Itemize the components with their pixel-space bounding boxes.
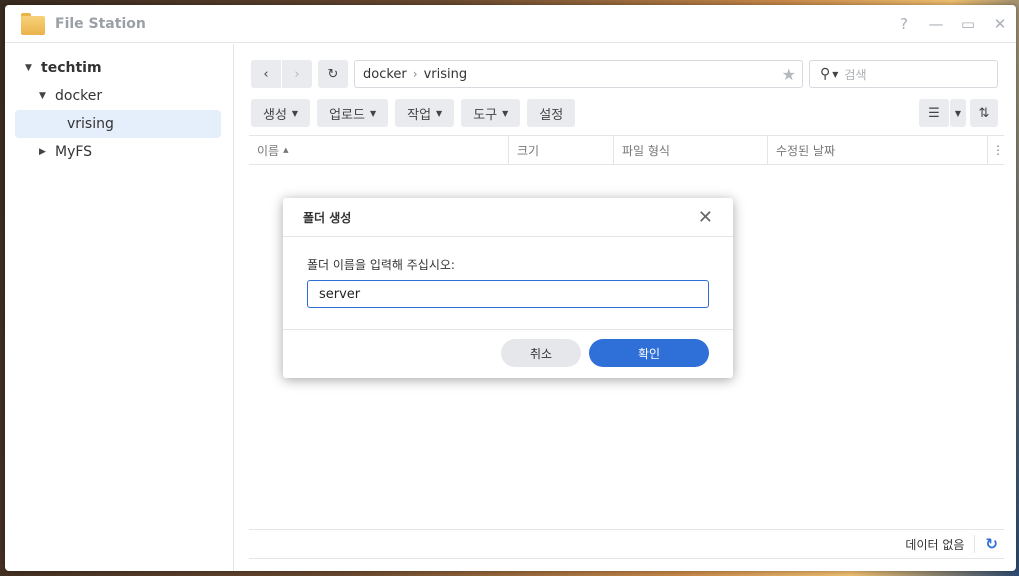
divider [974, 535, 976, 553]
ok-button[interactable]: 확인 [589, 339, 709, 367]
more-options-icon[interactable]: ⋮ [988, 136, 1004, 164]
settings-button[interactable]: 설정 [527, 99, 576, 127]
dialog-body: 폴더 이름을 입력해 주십시오: [283, 237, 733, 330]
cancel-button[interactable]: 취소 [501, 339, 581, 367]
tree-item-label: docker [55, 88, 103, 104]
caret-down-icon: ▼ [954, 108, 962, 118]
folder-name-label: 폴더 이름을 입력해 주십시오: [307, 258, 455, 272]
upload-label: 업로드 [329, 107, 365, 123]
sort-ascending-icon: ▲ [283, 146, 289, 154]
dialog-title: 폴더 생성 [303, 210, 352, 225]
caret-down-icon[interactable]: ▼ [832, 70, 838, 79]
tools-label: 도구 [473, 107, 498, 123]
view-mode-dropdown[interactable]: ▼ [950, 99, 966, 127]
expand-arrow-icon[interactable]: ▼ [25, 63, 35, 73]
caret-down-icon: ▼ [502, 108, 509, 118]
search-placeholder: 검색 [844, 67, 867, 82]
tree-item-myfs[interactable]: ▶ MyFS [5, 138, 233, 166]
upload-button[interactable]: 업로드 ▼ [317, 99, 389, 127]
close-icon[interactable]: ✕ [984, 15, 1016, 33]
column-label: 크기 [517, 143, 540, 158]
minimize-icon[interactable]: — [920, 15, 952, 33]
chevron-left-icon: ‹ [263, 66, 269, 82]
collapse-arrow-icon[interactable]: ▶ [39, 147, 49, 157]
back-button[interactable]: ‹ [251, 60, 281, 88]
column-type[interactable]: 파일 형식 [614, 136, 768, 164]
caret-down-icon: ▼ [436, 108, 443, 118]
forward-button[interactable]: › [282, 60, 312, 88]
app-title: File Station [55, 15, 146, 32]
tree-item-label: MyFS [55, 144, 93, 160]
help-icon[interactable]: ? [888, 15, 920, 33]
path-segment[interactable]: vrising [424, 67, 468, 82]
search-input[interactable]: ⚲ ▼ 검색 [809, 60, 998, 88]
refresh-button[interactable]: ↻ [318, 60, 348, 88]
create-folder-dialog: 폴더 생성 ✕ 폴더 이름을 입력해 주십시오: 취소 확인 [283, 198, 733, 378]
column-label: 수정된 날짜 [776, 143, 836, 158]
action-toolbar: 생성 ▼ 업로드 ▼ 작업 ▼ 도구 ▼ 설정 ☰ ▼ ⇅ [251, 99, 998, 127]
close-icon[interactable]: ✕ [698, 207, 713, 228]
column-label: 이름 [257, 143, 280, 158]
caret-down-icon: ▼ [291, 108, 299, 118]
expand-arrow-icon[interactable]: ▼ [39, 91, 49, 101]
create-button[interactable]: 생성 ▼ [251, 99, 311, 127]
path-bar[interactable]: docker › vrising ★ [354, 60, 803, 88]
tree-item-label: vrising [67, 116, 114, 132]
star-icon[interactable]: ★ [782, 65, 796, 84]
dialog-title-bar: 폴더 생성 ✕ [283, 198, 733, 237]
caret-down-icon: ▼ [369, 108, 377, 118]
status-bar: 데이터 없음 ↻ [249, 529, 1004, 559]
sort-icon: ⇅ [978, 105, 990, 121]
tree-item-docker[interactable]: ▼ docker [5, 82, 233, 110]
status-text: 데이터 없음 [905, 537, 965, 552]
action-button[interactable]: 작업 ▼ [395, 99, 455, 127]
folder-icon [21, 12, 45, 35]
tree-item-vrising[interactable]: vrising [15, 110, 221, 138]
sort-button[interactable]: ⇅ [970, 99, 998, 127]
column-label: 파일 형식 [622, 143, 670, 158]
tree-item-techtim[interactable]: ▼ techtim [5, 54, 233, 82]
column-size[interactable]: 크기 [509, 136, 614, 164]
create-label: 생성 [263, 107, 287, 123]
file-list-header: 이름 ▲ 크기 파일 형식 수정된 날짜 ⋮ [249, 135, 1004, 165]
dialog-footer: 취소 확인 [283, 330, 733, 367]
settings-label: 설정 [539, 107, 564, 123]
search-icon[interactable]: ⚲ [820, 66, 830, 82]
navigation-toolbar: ‹ › ↻ docker › vrising ★ ⚲ ▼ 검색 [251, 60, 998, 88]
refresh-icon: ↻ [327, 66, 339, 82]
column-modified[interactable]: 수정된 날짜 [768, 136, 988, 164]
title-bar: File Station ? — ▭ ✕ [5, 5, 1016, 43]
tree-item-label: techtim [41, 60, 102, 76]
chevron-right-icon: › [294, 66, 300, 82]
column-name[interactable]: 이름 ▲ [249, 136, 509, 164]
folder-tree: ▼ techtim ▼ docker vrising ▶ MyFS [5, 44, 234, 571]
path-separator: › [412, 67, 418, 81]
action-label: 작업 [407, 107, 432, 123]
list-icon: ☰ [928, 105, 940, 121]
list-view-button[interactable]: ☰ [919, 99, 949, 127]
maximize-icon[interactable]: ▭ [952, 15, 984, 33]
folder-name-input[interactable] [307, 280, 709, 308]
refresh-icon[interactable]: ↻ [985, 535, 998, 553]
path-segment[interactable]: docker [363, 67, 407, 82]
tools-button[interactable]: 도구 ▼ [461, 99, 521, 127]
